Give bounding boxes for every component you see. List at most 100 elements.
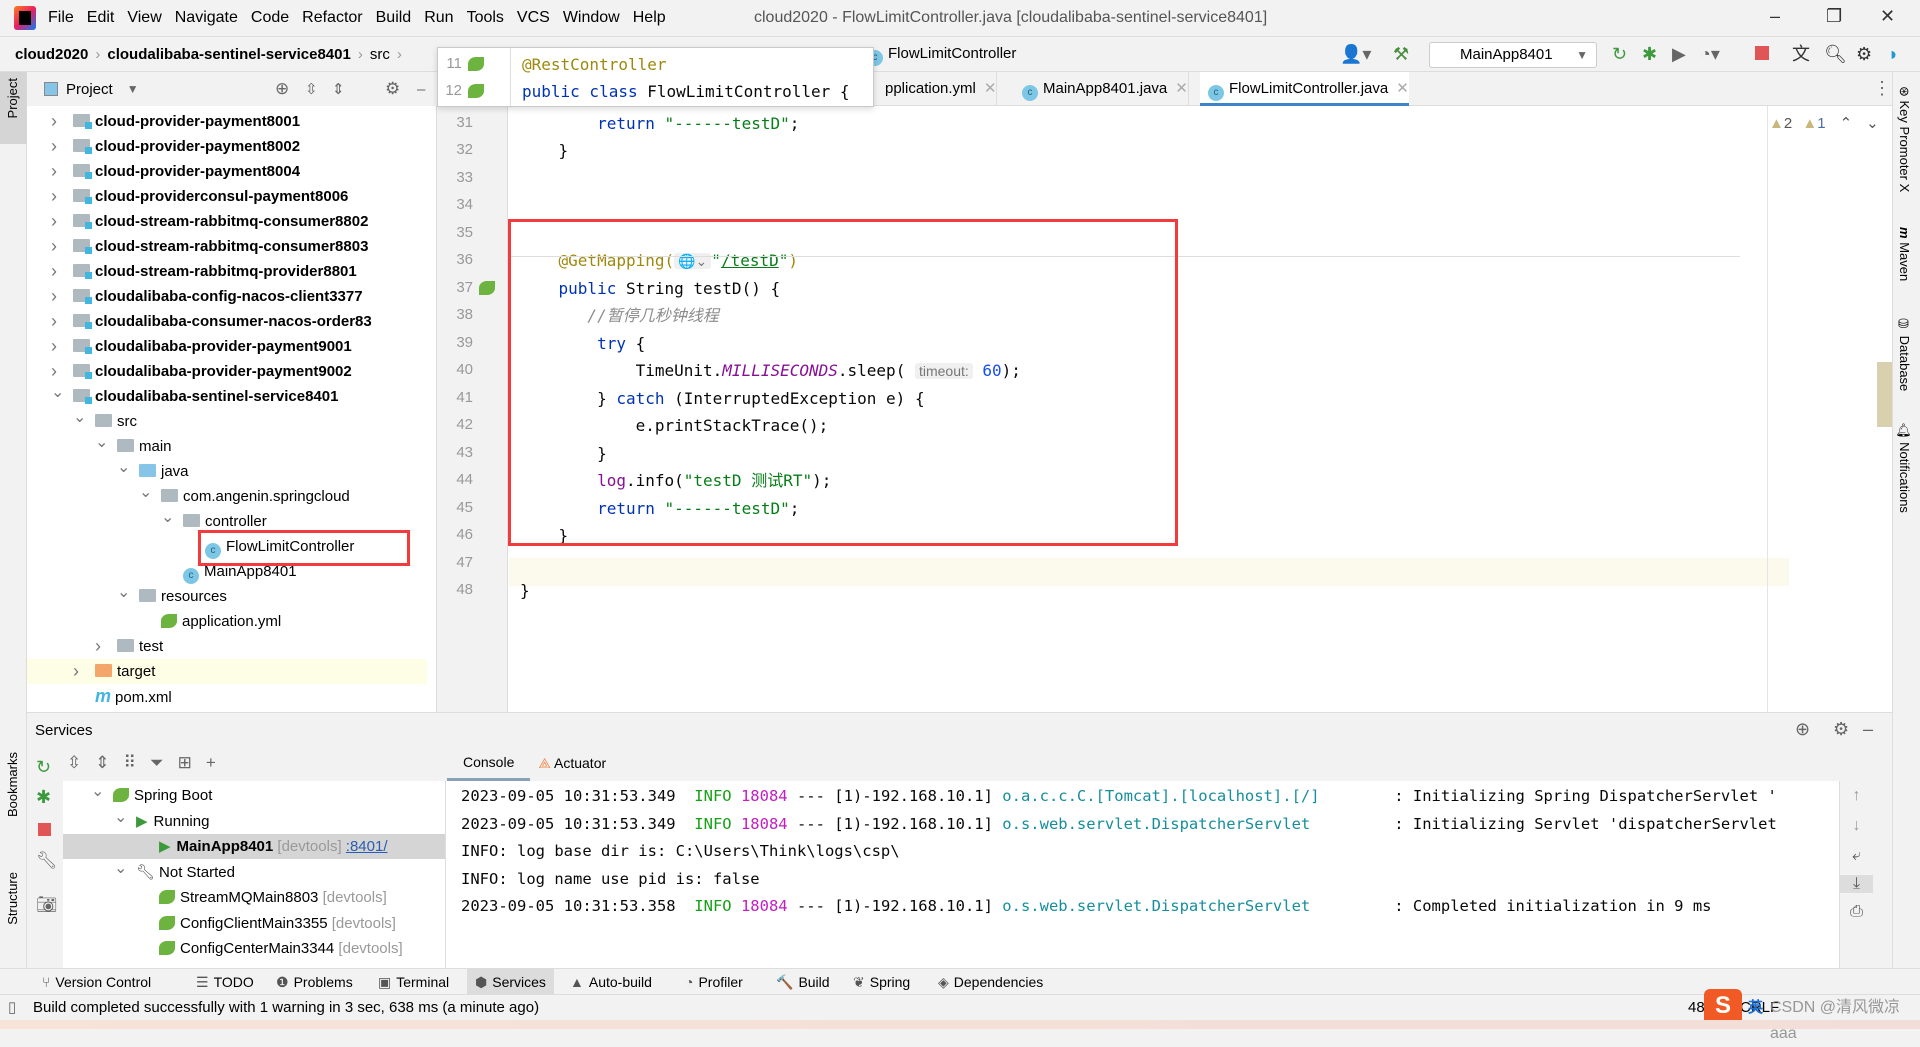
menu-refactor[interactable]: Refactor [302, 9, 362, 27]
chevron-right-icon[interactable]: › [73, 659, 79, 684]
menu-navigate[interactable]: Navigate [175, 9, 238, 27]
chevron-down-icon[interactable]: ⌄ [114, 856, 127, 881]
tree-item[interactable]: ⌄ com.angenin.springcloud [139, 484, 350, 509]
gear-icon[interactable]: ⚙ [1833, 719, 1849, 740]
add-service-icon[interactable]: + [206, 753, 230, 772]
expand-all-icon[interactable]: ⇳ [67, 753, 95, 772]
soft-wrap-icon[interactable]: ⤶ [1840, 847, 1873, 865]
menu-code[interactable]: Code [251, 9, 289, 27]
chevron-right-icon[interactable]: › [51, 259, 57, 284]
locate-icon[interactable]: ⊕ [1795, 719, 1810, 740]
run-config-select[interactable]: MainApp8401 ▼ [1429, 42, 1597, 68]
chevron-down-icon[interactable]: ⌄ [51, 380, 64, 405]
hide-icon[interactable]: – [417, 81, 425, 98]
breadcrumb-src[interactable]: src [370, 46, 390, 63]
translate-icon[interactable]: 文 [1792, 44, 1810, 64]
breadcrumb-module[interactable]: cloudalibaba-sentinel-service8401 [107, 46, 350, 63]
debug-icon[interactable]: ✱ [36, 787, 51, 808]
tool-problems[interactable]: ❶ Problems [268, 969, 361, 995]
print-icon[interactable]: ⎙ [1840, 903, 1873, 921]
chevron-right-icon[interactable]: › [51, 309, 57, 334]
restore-button[interactable]: ❐ [1826, 6, 1842, 27]
stop-icon[interactable] [1755, 46, 1769, 60]
profile-icon[interactable]: ◔▾ [1700, 44, 1720, 64]
filter-icon[interactable]: ⏷ [150, 753, 178, 772]
service-port-link[interactable]: :8401/ [346, 838, 388, 855]
stripe-project-button[interactable]: Project [0, 72, 27, 144]
close-tab-icon[interactable]: ✕ [984, 80, 997, 97]
service-item[interactable]: ⌄ 🔧︎ Not Started [63, 860, 463, 885]
tree-item[interactable]: › target [27, 659, 427, 684]
chevron-right-icon[interactable]: › [51, 159, 57, 184]
locate-icon[interactable]: ⊕ [275, 79, 289, 99]
chevron-right-icon[interactable]: › [51, 109, 57, 134]
endpoint-gutter-icon[interactable] [479, 280, 495, 295]
chevron-down-icon[interactable]: ⌄ [161, 505, 174, 530]
tree-item[interactable]: application.yml [161, 609, 281, 634]
menu-tools[interactable]: Tools [467, 9, 504, 27]
tree-item[interactable]: › cloudalibaba-consumer-nacos-order83 [51, 309, 372, 334]
code-with-me-icon[interactable]: ◗ [1888, 44, 1899, 64]
chevron-down-icon[interactable]: ⌄ [114, 805, 127, 830]
chevron-down-icon[interactable]: ⌄ [95, 430, 108, 455]
chevron-down-icon[interactable]: ⌄ [91, 779, 104, 804]
console-output[interactable]: ↑ ↓ ⤶ ⤓ ⎙ 2023-09-05 10:31:53.349 INFO 18084… [445, 781, 1873, 969]
minimize-button[interactable]: – [1770, 6, 1780, 27]
menu-edit[interactable]: Edit [87, 9, 115, 27]
chevron-down-icon[interactable]: ⌄ [117, 455, 130, 480]
rerun-icon[interactable]: ↻ [36, 757, 51, 778]
tree-item[interactable]: › cloud-stream-rabbitmq-consumer8803 [51, 234, 368, 259]
tool-version-control[interactable]: ⑂ Version Control [34, 969, 159, 995]
tool-spring[interactable]: ❦ Spring [845, 969, 918, 995]
stop-icon[interactable] [38, 823, 51, 836]
debug-icon[interactable]: ✱ [1642, 44, 1657, 64]
menu-build[interactable]: Build [376, 9, 412, 27]
stripe-key-promoter-button[interactable]: ⊛ Key Promoter X [1897, 86, 1912, 192]
tree-item[interactable]: › cloudalibaba-provider-payment9002 [51, 359, 352, 384]
collapse-all-icon[interactable]: ⇕ [95, 753, 123, 772]
tree-item[interactable]: › cloudalibaba-provider-payment9001 [51, 334, 352, 359]
menu-run[interactable]: Run [424, 9, 453, 27]
tree-item[interactable]: › cloud-stream-rabbitmq-consumer8802 [51, 209, 368, 234]
chevron-right-icon[interactable]: › [51, 284, 57, 309]
tab-pplication-yml[interactable]: pplication.yml ✕ [877, 72, 998, 106]
menu-view[interactable]: View [127, 9, 161, 27]
scroll-to-end-icon[interactable]: ⤓ [1840, 875, 1873, 893]
ime-mode[interactable]: 英 [1748, 995, 1763, 1021]
gear-icon[interactable]: ⚙ [385, 79, 400, 99]
breadcrumb-project[interactable]: cloud2020 [15, 46, 88, 63]
stripe-database-button[interactable]: ⛁ Database [1897, 317, 1912, 391]
menu-window[interactable]: Window [563, 9, 620, 27]
chevron-down-icon[interactable]: ⌄ [117, 580, 130, 605]
tool-services[interactable]: ⬢ Services [467, 969, 554, 995]
service-item[interactable]: StreamMQMain8803 [devtools] [63, 885, 463, 910]
menu-vcs[interactable]: VCS [517, 9, 550, 27]
service-item[interactable]: ConfigClientMain3355 [devtools] [63, 911, 463, 936]
tool-profiler[interactable]: ◔ Profiler [677, 969, 751, 995]
chevron-right-icon[interactable]: › [95, 634, 101, 659]
tool-auto-build[interactable]: ▲ Auto-build [562, 969, 660, 995]
up-arrow-icon[interactable]: ↑ [1840, 787, 1873, 805]
stripe-structure-button[interactable]: Structure [5, 872, 20, 925]
tree-item[interactable]: › cloud-stream-rabbitmq-provider8801 [51, 259, 357, 284]
expand-all-icon[interactable]: ⇳ [305, 80, 318, 98]
tool-todo[interactable]: ☰ TODO [188, 969, 262, 995]
tool-dependencies[interactable]: ◈ Dependencies [930, 969, 1051, 995]
user-icon[interactable]: 👤▾ [1340, 44, 1371, 64]
tree-item[interactable]: ⌄ resources [117, 584, 227, 609]
chevron-right-icon[interactable]: › [51, 234, 57, 259]
close-button[interactable]: ✕ [1880, 6, 1895, 27]
tab-mainapp8401-java[interactable]: c MainApp8401.java ✕ [1014, 72, 1189, 106]
tree-item[interactable]: › cloud-provider-payment8004 [51, 159, 300, 184]
chevron-right-icon[interactable]: › [51, 184, 57, 209]
down-arrow-icon[interactable]: ↓ [1840, 817, 1873, 835]
hide-icon[interactable]: – [1863, 719, 1873, 740]
service-item[interactable]: ConfigCenterMain3344 [devtools] [63, 936, 463, 961]
breadcrumb-file[interactable]: c FlowLimitController [867, 45, 1016, 66]
wrench-icon[interactable]: 🔧︎ [36, 851, 58, 871]
tree-item[interactable]: › cloud-provider-payment8002 [51, 134, 300, 159]
tree-item[interactable]: m pom.xml [95, 684, 172, 709]
rerun-icon[interactable]: ↻ [1612, 44, 1627, 64]
chevron-right-icon[interactable]: › [51, 134, 57, 159]
status-message[interactable]: Build completed successfully with 1 warn… [33, 995, 539, 1021]
